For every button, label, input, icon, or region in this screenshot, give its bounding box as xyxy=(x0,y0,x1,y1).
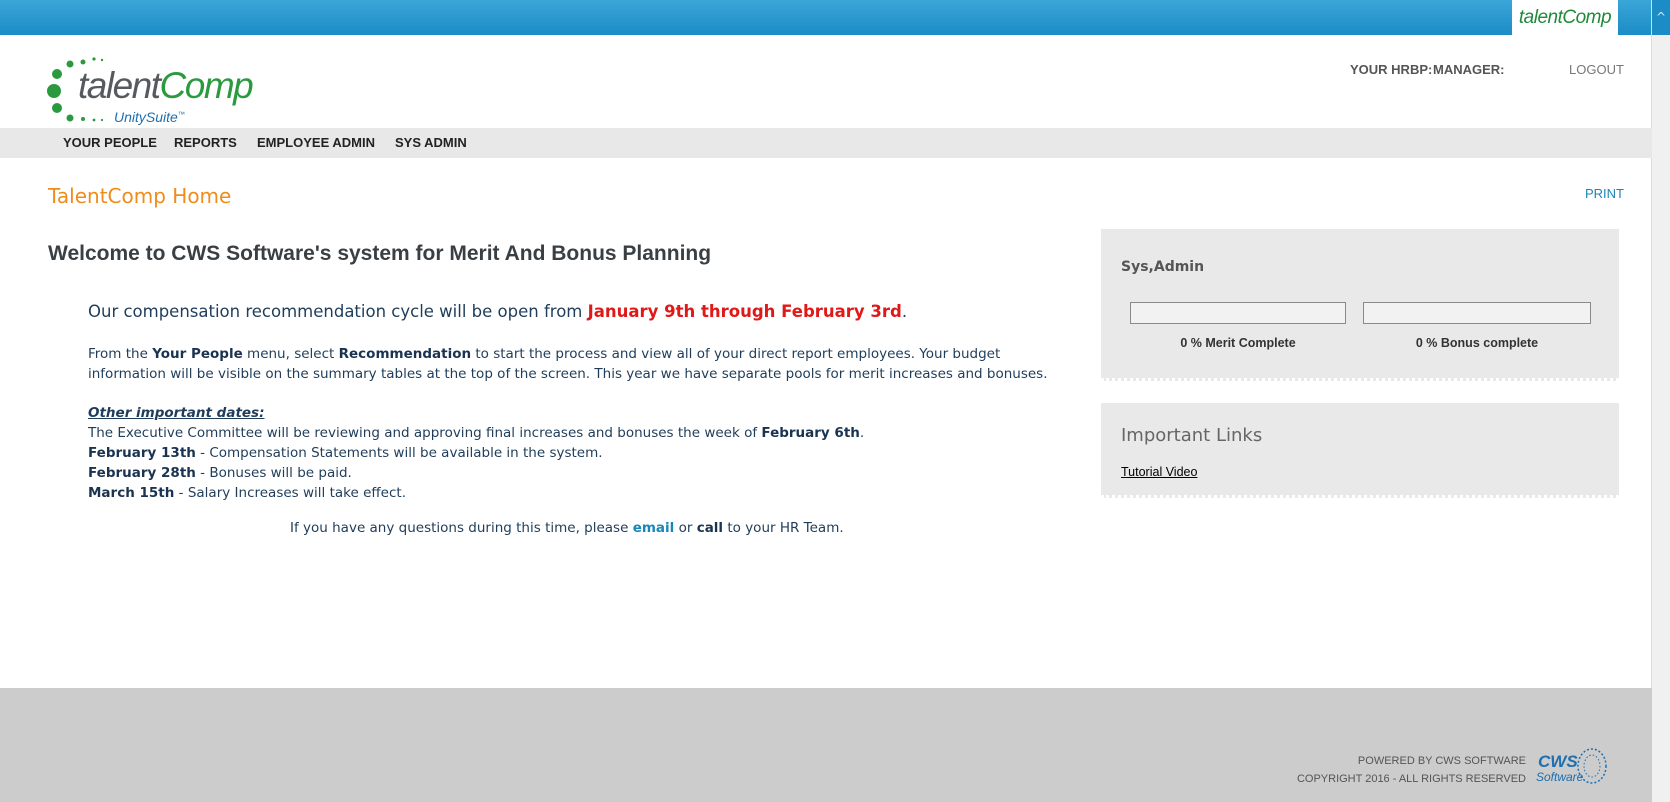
date-line-3: February 28th - Bonuses will be paid. xyxy=(88,465,352,481)
date-line-1: The Executive Committee will be reviewin… xyxy=(88,425,865,441)
cws-logo-sub: Software xyxy=(1536,770,1584,784)
cws-software-logo[interactable]: CWS Software xyxy=(1534,746,1614,786)
scroll-up-arrow-icon[interactable]: ^ xyxy=(1652,0,1670,35)
logo-subtitle: UnitySuite™ xyxy=(114,109,185,125)
logout-link[interactable]: LOGOUT xyxy=(1569,62,1624,77)
date-line-4: March 15th - Salary Increases will take … xyxy=(88,485,406,501)
call-text: call xyxy=(696,520,724,536)
links-title: Important Links xyxy=(1121,425,1263,446)
nav-your-people[interactable]: YOUR PEOPLE xyxy=(63,128,157,158)
status-panel: Sys,Admin 0 % Merit Complete 0 % Bonus c… xyxy=(1101,229,1619,381)
app-tab-talentcomp[interactable]: talentComp xyxy=(1512,0,1618,35)
cycle-statement: Our compensation recommendation cycle wi… xyxy=(88,302,908,321)
bonus-progress-label: 0 % Bonus complete xyxy=(1415,336,1539,350)
nav-reports[interactable]: REPORTS xyxy=(174,128,237,158)
page-title: TalentComp Home xyxy=(48,184,232,208)
footer-text: POWERED BY CWS SOFTWARE COPYRIGHT 2016 -… xyxy=(1297,752,1526,788)
intro-paragraph: From the Your People menu, select Recomm… xyxy=(88,346,1048,382)
merit-progress-bar xyxy=(1130,302,1346,324)
cycle-dates: January 9th through February 3rd xyxy=(587,302,902,321)
dates-title: Other important dates: xyxy=(88,405,265,421)
merit-progress-label: 0 % Merit Complete xyxy=(1180,336,1296,350)
cws-logo-word: CWS xyxy=(1538,752,1578,771)
powered-by: POWERED BY CWS SOFTWARE xyxy=(1357,755,1526,767)
main-nav: YOUR PEOPLE REPORTS EMPLOYEE ADMIN SYS A… xyxy=(0,128,1652,158)
talentcomp-logo[interactable]: talentComp UnitySuite™ xyxy=(46,56,254,128)
date-line-2: February 13th - Compensation Statements … xyxy=(88,445,603,461)
logo-wordmark: talentComp xyxy=(78,65,254,106)
vertical-scrollbar[interactable] xyxy=(1651,0,1670,802)
print-link[interactable]: PRINT xyxy=(1585,186,1624,201)
nav-sys-admin[interactable]: SYS ADMIN xyxy=(395,128,467,158)
nav-employee-admin[interactable]: EMPLOYEE ADMIN xyxy=(257,128,375,158)
tutorial-video-link[interactable]: Tutorial Video xyxy=(1121,465,1197,479)
welcome-heading: Welcome to CWS Software's system for Mer… xyxy=(48,242,712,265)
panel-user-name: Sys,Admin xyxy=(1121,259,1205,275)
questions-line: If you have any questions during this ti… xyxy=(290,520,844,536)
important-links-panel: Important Links Tutorial Video xyxy=(1101,403,1619,498)
copyright: COPYRIGHT 2016 - ALL RIGHTS RESERVED xyxy=(1296,773,1526,785)
top-bar xyxy=(0,0,1652,35)
important-dates: Other important dates: The Executive Com… xyxy=(88,403,1068,503)
email-link[interactable]: email xyxy=(633,520,675,536)
footer: POWERED BY CWS SOFTWARE COPYRIGHT 2016 -… xyxy=(0,688,1652,802)
bonus-progress-bar xyxy=(1363,302,1591,324)
hrbp-label: YOUR HRBP: xyxy=(1350,62,1433,77)
manager-label: MANAGER: xyxy=(1433,62,1505,77)
